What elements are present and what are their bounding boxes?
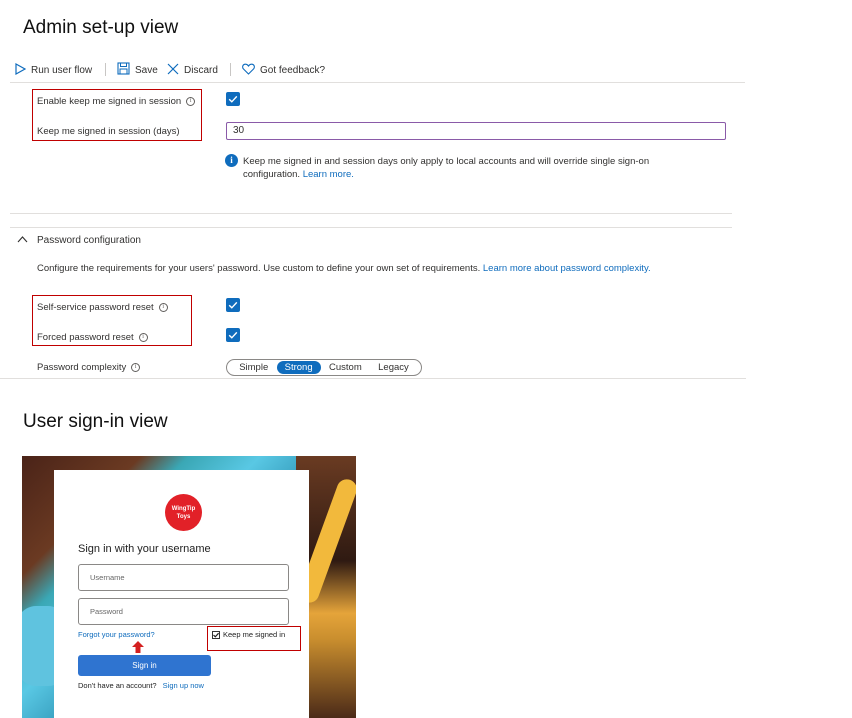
forgot-password-link[interactable]: Forgot your password? (78, 630, 155, 639)
forced-reset-text: Forced password reset (37, 332, 134, 343)
keep-signed-in-checkbox[interactable] (212, 630, 220, 639)
checkmark-icon (228, 95, 238, 103)
password-description-text: Configure the requirements for your user… (37, 263, 481, 274)
password-complexity-learn-more-link[interactable]: Learn more about password complexity. (483, 263, 651, 274)
discard-label: Discard (184, 64, 218, 76)
password-complexity-text: Password complexity (37, 362, 127, 373)
enable-keep-signed-in-text: Enable keep me signed in session (37, 96, 182, 107)
close-icon (167, 63, 179, 78)
wingtip-toys-logo: WingTip Toys (165, 494, 202, 531)
self-service-reset-text: Self-service password reset (37, 302, 154, 313)
save-label: Save (135, 64, 158, 76)
info-icon[interactable]: i (131, 363, 141, 372)
admin-view-title: Admin set-up view (23, 17, 179, 38)
toolbar-divider (230, 63, 231, 76)
toolbar-bottom-rule (10, 82, 745, 83)
save-icon (117, 62, 130, 78)
run-user-flow-button[interactable]: Run user flow (15, 62, 92, 78)
keep-signed-in-text: Keep me signed in (223, 630, 286, 639)
feedback-label: Got feedback? (260, 64, 326, 76)
session-note: Keep me signed in and session days only … (243, 155, 683, 181)
run-user-flow-label: Run user flow (31, 64, 93, 76)
section-divider (10, 227, 732, 228)
keep-signed-in-option[interactable]: Keep me signed in (212, 630, 285, 639)
no-account-text: Don't have an account? (78, 681, 157, 690)
collapse-chevron-icon[interactable] (17, 235, 28, 246)
toolbar-divider (105, 63, 106, 76)
password-complexity-toggle[interactable]: Simple Strong Custom Legacy (226, 359, 422, 376)
forced-reset-label: Forced password reset i (37, 332, 148, 343)
keep-signed-in-days-label: Keep me signed in session (days) (37, 126, 180, 137)
complexity-option-simple[interactable]: Simple (231, 361, 276, 374)
signin-heading: Sign in with your username (78, 543, 211, 555)
password-complexity-label: Password complexity i (37, 362, 141, 373)
signup-row: Don't have an account? Sign up now (78, 681, 204, 690)
info-filled-icon: i (225, 154, 238, 167)
feedback-button[interactable]: Got feedback? (242, 62, 325, 78)
section-divider (10, 213, 732, 214)
password-input[interactable]: Password (78, 598, 289, 625)
admin-view-bottom-rule (0, 378, 746, 379)
checkmark-icon (213, 632, 220, 638)
enable-keep-signed-in-checkbox[interactable] (226, 92, 240, 106)
session-learn-more-link[interactable]: Learn more. (303, 169, 354, 180)
heart-icon (242, 63, 255, 78)
enable-keep-signed-in-label: Enable keep me signed in session i (37, 96, 196, 107)
self-service-reset-label: Self-service password reset i (37, 302, 168, 313)
checkmark-icon (228, 331, 238, 339)
keep-signed-in-days-input[interactable]: 30 (226, 122, 726, 140)
logo-text-line1: WingTip (171, 506, 196, 512)
complexity-option-strong[interactable]: Strong (276, 361, 321, 374)
user-view-title: User sign-in view (23, 411, 168, 432)
discard-button[interactable]: Discard (167, 62, 218, 78)
password-description: Configure the requirements for your user… (37, 262, 737, 275)
logo-text-line2: Toys (176, 514, 191, 520)
play-icon (15, 62, 27, 78)
info-icon[interactable]: i (158, 303, 168, 312)
checkmark-icon (228, 301, 238, 309)
password-config-header[interactable]: Password configuration (37, 235, 141, 246)
complexity-option-legacy[interactable]: Legacy (370, 361, 417, 374)
info-icon[interactable]: i (186, 97, 196, 106)
save-button[interactable]: Save (117, 62, 158, 78)
forced-reset-checkbox[interactable] (226, 328, 240, 342)
info-icon[interactable]: i (138, 333, 148, 342)
username-input[interactable]: Username (78, 564, 289, 591)
sign-in-button[interactable]: Sign in (78, 655, 211, 676)
complexity-option-custom[interactable]: Custom (321, 361, 370, 374)
self-service-reset-checkbox[interactable] (226, 298, 240, 312)
sign-up-link[interactable]: Sign up now (163, 681, 204, 690)
